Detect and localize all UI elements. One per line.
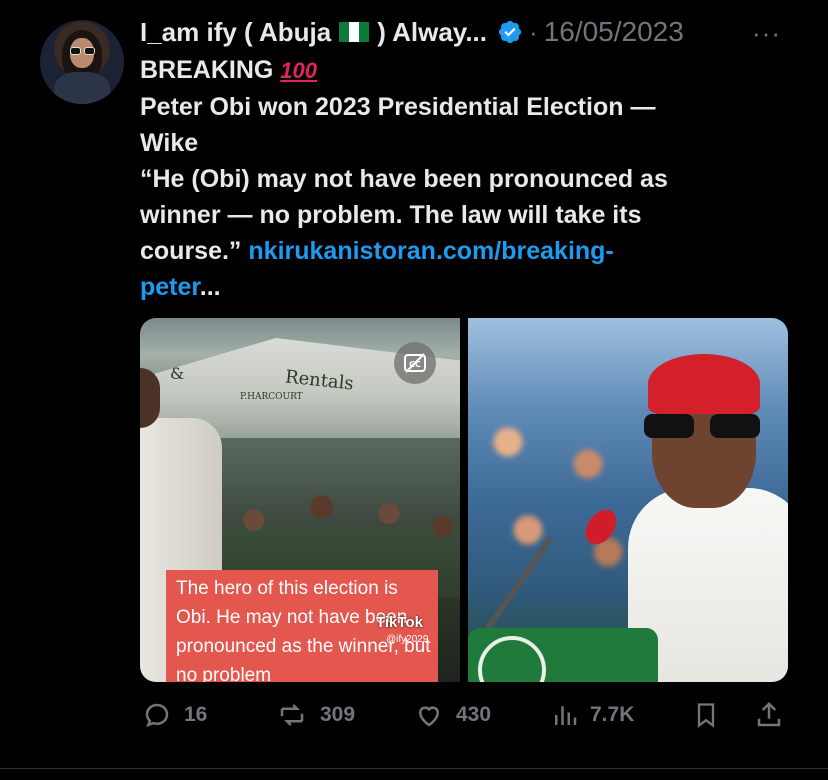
tweet-date[interactable]: 16/05/2023: [544, 16, 684, 48]
tweet-line-breaking: BREAKING 100: [140, 52, 780, 89]
views-chart-icon: [555, 706, 577, 725]
tweet-line: Wike: [140, 129, 199, 157]
breaking-label: BREAKING: [140, 56, 274, 84]
captions-off-button[interactable]: CC: [394, 342, 436, 384]
avatar-body: [54, 72, 110, 104]
heart-icon: [418, 706, 440, 727]
avatar-glasses-right: [84, 47, 95, 55]
hundred-points-emoji: 100: [280, 58, 318, 83]
author-avatar[interactable]: [40, 20, 124, 104]
tweet-media: & Rentals P.HARCOURT The hero of this el…: [140, 318, 788, 682]
repost-button[interactable]: 309: [274, 700, 355, 730]
canopy-text: &: [170, 364, 185, 383]
separator-dot: ·: [529, 16, 538, 47]
tweet-line: Peter Obi won 2023 Presidential Election…: [140, 93, 656, 121]
reply-icon: [145, 703, 169, 728]
red-cap: [648, 354, 760, 414]
bookmark-button[interactable]: [692, 700, 720, 730]
tweet-line: course.”: [140, 237, 242, 265]
divider-line: [0, 768, 828, 769]
author-name-suffix[interactable]: ) Alway...: [377, 17, 487, 48]
author-name[interactable]: I_am ify ( Abuja: [140, 17, 331, 48]
sunglasses: [644, 414, 764, 438]
tweet-link-continued: peter...: [140, 269, 780, 305]
like-button[interactable]: 430: [412, 700, 491, 730]
canopy-text: P.HARCOURT: [240, 392, 303, 402]
verified-badge-icon[interactable]: [497, 19, 523, 45]
tweet-line-with-link: course.” nkirukanistoran.com/breaking-: [140, 233, 780, 269]
views-button[interactable]: 7.7K: [550, 700, 634, 730]
reply-count: 16: [184, 703, 208, 726]
tweet-actions: 16 309 430 7.7K: [140, 700, 788, 734]
share-icon: [757, 701, 781, 727]
repost-icon: [280, 704, 304, 726]
tiktok-handle: @ify2029: [386, 634, 429, 645]
views-count: 7.7K: [590, 703, 635, 726]
nigeria-flag-icon: [339, 22, 370, 42]
avatar-glasses-left: [70, 47, 81, 55]
tweet-line: winner — no problem. The law will take i…: [140, 201, 642, 229]
link-ellipsis: ...: [199, 273, 221, 301]
like-count: 430: [456, 703, 492, 726]
bookmark-icon: [697, 703, 715, 728]
article-link-continued[interactable]: peter: [140, 273, 200, 301]
share-button[interactable]: [754, 700, 784, 730]
repost-count: 309: [320, 703, 356, 726]
media-divider: [460, 318, 468, 682]
photo-wike[interactable]: [468, 318, 788, 682]
tweet-line: “He (Obi) may not have been pronounced a…: [140, 165, 668, 193]
more-options-button[interactable]: ···: [752, 18, 781, 49]
video-thumbnail[interactable]: & Rentals P.HARCOURT The hero of this el…: [140, 318, 460, 682]
tweet-text: BREAKING 100 Peter Obi won 2023 Presiden…: [140, 52, 780, 305]
article-link[interactable]: nkirukanistoran.com/breaking-: [248, 237, 613, 265]
tweet-header: I_am ify ( Abuja ) Alway... · 16/05/2023: [140, 14, 684, 50]
tiktok-watermark: TikTok: [376, 614, 423, 631]
captions-off-icon: CC: [404, 353, 426, 373]
reply-button[interactable]: 16: [140, 700, 207, 730]
